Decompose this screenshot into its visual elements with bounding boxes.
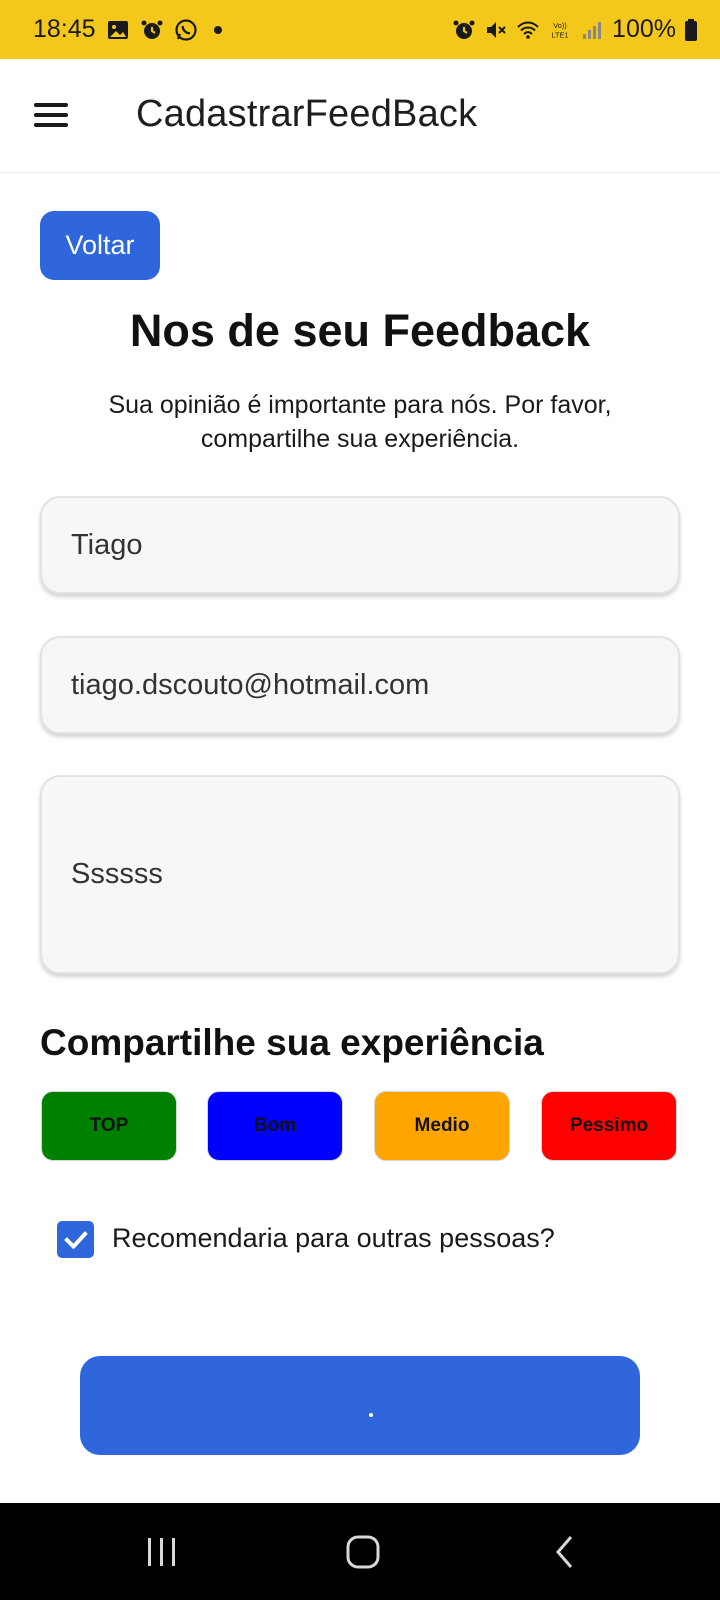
status-time: 18:45 (33, 15, 96, 43)
app-title: CadastrarFeedBack (136, 93, 478, 135)
system-nav-bar (0, 1503, 720, 1600)
checkmark-icon (63, 1230, 88, 1249)
app-bar: CadastrarFeedBack (0, 59, 720, 173)
name-input-value: Tiago (71, 528, 143, 561)
home-icon[interactable] (318, 1503, 408, 1600)
wifi-icon (517, 21, 539, 39)
volte-icon: Vo)) LTE1 (552, 21, 569, 39)
image-icon (107, 20, 128, 39)
svg-text:Vo)): Vo)) (553, 21, 567, 30)
alarm-icon (141, 20, 163, 39)
comment-input-value: Ssssss (71, 858, 163, 890)
rating-medio-button[interactable]: Medio (374, 1091, 510, 1161)
rating-pessimo-button[interactable]: Pessimo (541, 1091, 677, 1161)
status-bar: 18:45 Vo)) LTE1 100% (0, 0, 720, 59)
status-right: Vo)) LTE1 100% (452, 0, 698, 59)
battery-percent: 100% (612, 15, 676, 43)
hamburger-menu-icon[interactable] (30, 97, 70, 133)
comment-input[interactable]: Ssssss (40, 775, 680, 974)
dot-icon (213, 25, 222, 34)
recommend-label[interactable]: Recomendaria para outras pessoas? (112, 1223, 555, 1254)
name-input[interactable]: Tiago (40, 496, 680, 594)
whatsapp-icon (174, 18, 197, 41)
rating-top-button[interactable]: TOP (41, 1091, 177, 1161)
back-button[interactable]: Voltar (40, 211, 160, 280)
experience-title: Compartilhe sua experiência (40, 1022, 544, 1063)
page-subtitle: Sua opinião é importante para nós. Por f… (108, 391, 612, 453)
email-input-value: tiago.dscouto@hotmail.com (71, 668, 430, 701)
email-input[interactable]: tiago.dscouto@hotmail.com (40, 636, 680, 734)
submit-button[interactable] (80, 1356, 640, 1455)
recent-apps-icon[interactable] (117, 1503, 207, 1600)
status-left: 18:45 (33, 0, 222, 59)
page-heading: Nos de seu Feedback (129, 305, 591, 356)
alarm-icon (453, 20, 475, 39)
mute-icon (487, 21, 506, 38)
recommend-checkbox[interactable] (57, 1221, 94, 1258)
svg-text:LTE1: LTE1 (552, 30, 569, 39)
loading-dot-icon (369, 1413, 373, 1417)
signal-icon (583, 21, 602, 39)
rating-bom-button[interactable]: Bom (207, 1091, 343, 1161)
battery-icon (685, 18, 697, 41)
back-icon[interactable] (520, 1503, 610, 1600)
